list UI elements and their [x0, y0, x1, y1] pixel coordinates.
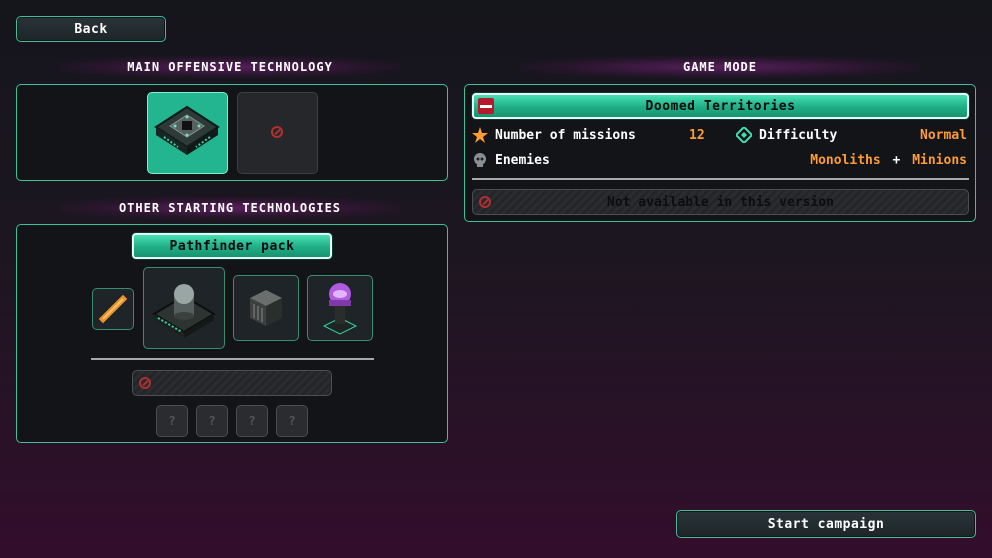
game-mode-name: Doomed Territories [645, 98, 796, 114]
start-campaign-button[interactable]: Start campaign [676, 510, 976, 538]
pencil-icon [98, 294, 128, 324]
enemies-plus: + [892, 153, 901, 168]
main-tech-slot-selected[interactable] [147, 92, 228, 174]
enemy-type-monoliths: Monoliths [810, 153, 881, 168]
forbidden-icon [139, 377, 151, 389]
dome-tower-icon [152, 284, 216, 338]
locked-slot-4[interactable]: ? [276, 405, 308, 437]
missions-value: 12 [689, 128, 705, 143]
game-mode-panel: Doomed Territories Number of missions 12… [464, 84, 976, 222]
locked-slot-3[interactable]: ? [236, 405, 268, 437]
forbidden-icon [271, 126, 283, 138]
game-mode-selector[interactable]: Doomed Territories [472, 93, 969, 119]
enemy-type-minions: Minions [912, 153, 967, 168]
unavailable-bar: Not available in this version [472, 189, 969, 215]
lock-question-icon: ? [248, 414, 256, 428]
technology-bar-unavailable [132, 370, 332, 396]
game-mode-title: GAME MODE [520, 56, 920, 78]
locked-slot-1[interactable]: ? [156, 405, 188, 437]
tech-slot-beacon[interactable] [307, 275, 373, 341]
forbidden-icon [479, 196, 491, 208]
chip-platform-icon [154, 105, 220, 155]
lock-question-icon: ? [168, 414, 176, 428]
unavailable-text: Not available in this version [607, 194, 834, 210]
tech-slot-block[interactable] [233, 275, 299, 341]
enemies-value: Monoliths + Minions [810, 153, 967, 168]
difficulty-value: Normal [920, 128, 967, 143]
main-offensive-title: MAIN OFFENSIVE TECHNOLOGY [60, 56, 400, 78]
block-icon [250, 290, 282, 326]
main-tech-slot-empty[interactable] [237, 92, 318, 174]
back-button[interactable]: Back [16, 16, 166, 42]
tech-slot-pencil[interactable] [92, 288, 134, 330]
difficulty-diamond-icon [736, 127, 752, 143]
beacon-icon [322, 283, 358, 335]
section-divider [91, 358, 374, 360]
other-starting-panel: Pathfinder pack ? ? ? ? [16, 224, 448, 443]
dice-icon [478, 98, 494, 114]
enemies-label: Enemies [495, 153, 550, 168]
enemy-skull-icon [474, 153, 486, 167]
other-starting-title: OTHER STARTING TECHNOLOGIES [60, 197, 400, 219]
locked-slot-2[interactable]: ? [196, 405, 228, 437]
pathfinder-pack-button[interactable]: Pathfinder pack [132, 233, 332, 259]
missions-label: Number of missions [495, 128, 636, 143]
star-icon [472, 127, 488, 143]
lock-question-icon: ? [208, 414, 216, 428]
difficulty-label: Difficulty [759, 128, 838, 143]
lock-question-icon: ? [288, 414, 296, 428]
game-mode-divider [472, 178, 969, 180]
main-offensive-panel [16, 84, 448, 181]
tech-slot-dome[interactable] [143, 267, 225, 349]
